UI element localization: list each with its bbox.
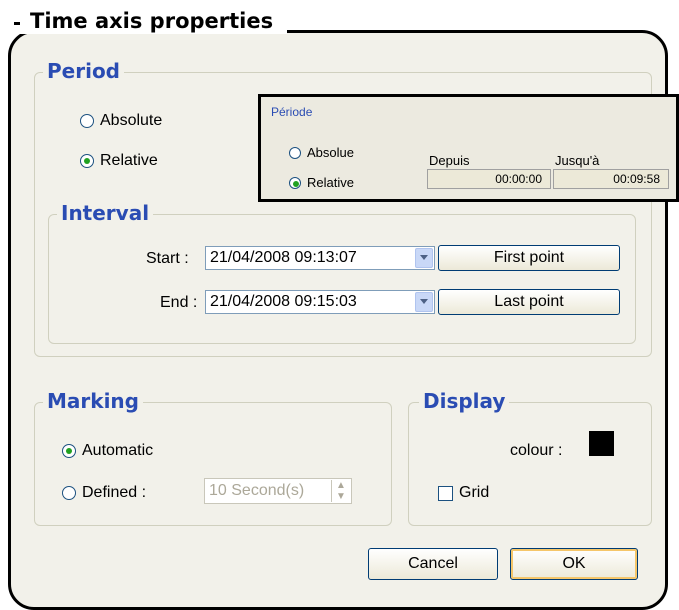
grid-checkbox[interactable]: Grid bbox=[438, 484, 489, 502]
first-point-button[interactable]: First point bbox=[438, 245, 620, 271]
absolue-radio[interactable]: Absolue bbox=[289, 145, 354, 160]
display-title: Display bbox=[419, 388, 510, 414]
defined-spinner[interactable]: 10 Second(s) ▲ ▼ bbox=[204, 478, 352, 504]
colour-swatch[interactable] bbox=[589, 431, 614, 456]
periode-inset-panel: Période Absolue Relative Depuis Jusqu'à … bbox=[258, 94, 679, 202]
end-combo-value: 21/04/2008 09:15:03 bbox=[210, 293, 357, 310]
display-group: Display bbox=[408, 388, 652, 526]
depuis-field[interactable]: 00:00:00 bbox=[427, 169, 551, 189]
relative-radio[interactable]: Relative bbox=[80, 152, 158, 170]
spinner-arrows-icon[interactable]: ▲ ▼ bbox=[331, 480, 350, 502]
automatic-radio-label: Automatic bbox=[82, 442, 154, 459]
automatic-radio[interactable]: Automatic bbox=[62, 442, 153, 460]
relative-radio-circle[interactable] bbox=[80, 154, 94, 168]
relative-fr-radio[interactable]: Relative bbox=[289, 175, 354, 190]
periode-title: Période bbox=[271, 105, 313, 119]
automatic-radio-circle[interactable] bbox=[62, 444, 76, 458]
chevron-down-icon[interactable] bbox=[415, 292, 433, 312]
grid-checkbox-label: Grid bbox=[459, 484, 490, 501]
colour-label: colour : bbox=[510, 442, 563, 459]
interval-group: Interval bbox=[48, 200, 636, 344]
jusqua-label: Jusqu'à bbox=[555, 153, 600, 168]
defined-radio-circle[interactable] bbox=[62, 486, 76, 500]
ok-button[interactable]: OK bbox=[510, 548, 638, 580]
absolue-radio-label: Absolue bbox=[307, 145, 354, 160]
absolute-radio-circle[interactable] bbox=[80, 114, 94, 128]
absolute-radio[interactable]: Absolute bbox=[80, 112, 162, 130]
last-point-button[interactable]: Last point bbox=[438, 289, 620, 315]
relative-radio-label: Relative bbox=[100, 152, 158, 169]
relative-fr-radio-label: Relative bbox=[307, 175, 354, 190]
relative-fr-radio-circle[interactable] bbox=[289, 176, 301, 189]
defined-radio[interactable]: Defined : bbox=[62, 484, 146, 502]
cancel-button[interactable]: Cancel bbox=[368, 548, 498, 580]
end-label: End : bbox=[160, 294, 198, 311]
defined-radio-label: Defined : bbox=[82, 484, 147, 501]
dialog-title: Time axis properties bbox=[20, 8, 288, 34]
absolute-radio-label: Absolute bbox=[100, 112, 163, 129]
start-combo[interactable]: 21/04/2008 09:13:07 bbox=[205, 246, 435, 270]
defined-spinner-value: 10 Second(s) bbox=[209, 482, 305, 499]
interval-title: Interval bbox=[57, 200, 154, 226]
marking-title: Marking bbox=[43, 388, 143, 414]
period-title: Period bbox=[43, 58, 124, 84]
absolue-radio-circle[interactable] bbox=[289, 146, 301, 159]
depuis-label: Depuis bbox=[429, 153, 470, 168]
start-label: Start : bbox=[146, 250, 189, 267]
chevron-down-icon[interactable] bbox=[415, 248, 433, 268]
jusqua-field[interactable]: 00:09:58 bbox=[553, 169, 669, 189]
end-combo[interactable]: 21/04/2008 09:15:03 bbox=[205, 290, 435, 314]
marking-group: Marking bbox=[34, 388, 392, 526]
start-combo-value: 21/04/2008 09:13:07 bbox=[210, 249, 357, 266]
grid-checkbox-box[interactable] bbox=[438, 485, 453, 501]
